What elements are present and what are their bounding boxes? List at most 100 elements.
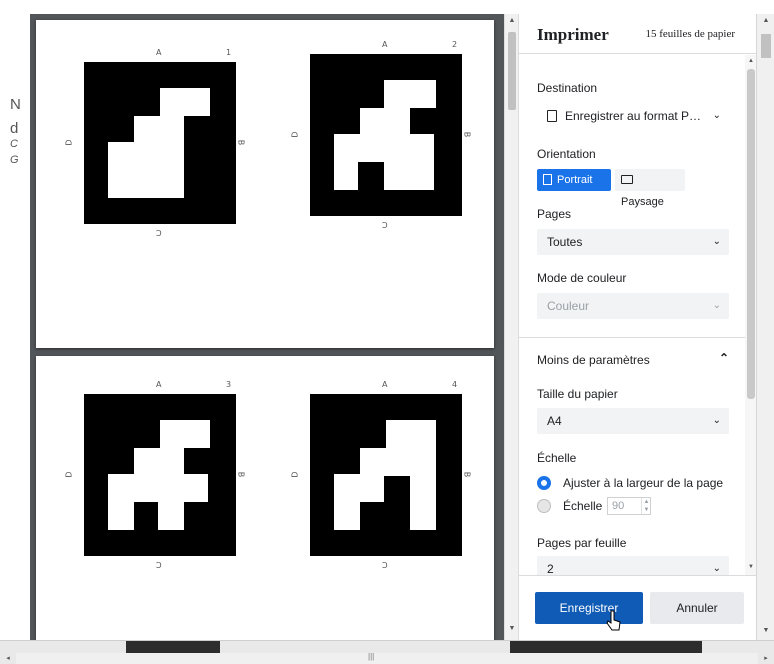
scrollbar-track[interactable] (16, 653, 758, 664)
marker-id: 4 (452, 380, 458, 389)
chevron-down-icon: ⌄ (712, 415, 721, 426)
color-mode-select: Couleur ⌄ (537, 293, 729, 319)
marker-cell (360, 108, 410, 136)
marker-label-top: A (382, 380, 388, 389)
chevron-up-icon[interactable]: ⌃ (719, 351, 729, 365)
cancel-button[interactable]: Annuler (650, 592, 744, 624)
landscape-page-icon (621, 175, 633, 184)
marker-label-top: A (156, 380, 162, 389)
marker-pattern (84, 394, 236, 556)
scroll-left-icon[interactable]: ◂ (0, 653, 16, 664)
document-icon (547, 110, 557, 122)
save-button[interactable]: Enregistrer (535, 592, 643, 624)
preview-page: A 3 D B C A 4 D B C (36, 356, 494, 640)
marker-label-bottom: C (382, 220, 388, 229)
marker-pattern (310, 54, 462, 216)
pages-label: Pages (537, 207, 572, 221)
marker-cell (360, 502, 384, 530)
window-scrollbar[interactable]: ▲ ▼ (756, 14, 774, 640)
window-top-strip (0, 0, 774, 14)
marker-label-left: D (64, 471, 74, 478)
scrollbar-thumb[interactable] (747, 69, 755, 399)
marker-label-bottom: C (382, 560, 388, 569)
background-text-fragment: C (10, 138, 18, 150)
destination-value: Enregistrer au format P… (565, 109, 702, 123)
pages-select[interactable]: Toutes ⌄ (537, 229, 729, 255)
aruco-marker: A 4 D B C (266, 366, 472, 569)
scale-custom-radio[interactable] (537, 499, 551, 513)
scroll-down-icon[interactable]: ▼ (505, 622, 519, 636)
scrollbar-thumb[interactable] (761, 34, 771, 58)
chevron-down-icon: ⌄ (712, 110, 721, 121)
print-preview[interactable]: A 1 D B C A 2 D B C A 3 D B C A 4 D B C (30, 14, 504, 640)
background-text-fragment: d (10, 120, 19, 137)
marker-cell (384, 80, 436, 108)
scrollbar-grip-icon: ||| (368, 652, 375, 661)
orientation-label: Orientation (537, 147, 596, 161)
marker-label-top: A (382, 40, 388, 49)
orientation-toggle: Portrait Paysage (537, 169, 697, 208)
scroll-up-icon[interactable]: ▲ (757, 14, 774, 28)
marker-cell (160, 420, 210, 448)
landscape-label: Paysage (621, 196, 664, 208)
marker-cell (134, 502, 158, 530)
marker-cell (184, 474, 208, 502)
chevron-down-icon: ⌄ (712, 300, 721, 311)
scroll-down-icon[interactable]: ▼ (757, 624, 774, 638)
marker-cell (108, 142, 184, 198)
scrollbar-thumb[interactable] (508, 32, 516, 110)
horizontal-scrollbar[interactable]: ||| ◂ ▸ (0, 640, 774, 664)
marker-label-left: D (290, 471, 300, 478)
marker-cell (334, 134, 434, 162)
marker-label-bottom: C (156, 560, 162, 569)
settings-panel: Destination Enregistrer au format P… ⌄ O… (519, 55, 745, 575)
page-edge (126, 641, 220, 653)
scale-custom-row: Échelle 90 ▲ ▼ (563, 497, 713, 517)
scale-stepper[interactable]: ▲ ▼ (641, 498, 651, 514)
scale-fit-width-label: Ajuster à la largeur de la page (563, 476, 724, 490)
chevron-down-icon: ⌄ (712, 563, 721, 574)
paper-size-select[interactable]: A4 ⌄ (537, 408, 729, 434)
marker-cell (134, 116, 184, 144)
background-text-fragment: N (10, 96, 21, 113)
portrait-button[interactable]: Portrait (537, 169, 611, 191)
pages-per-sheet-label: Pages par feuille (537, 536, 627, 550)
preview-scrollbar[interactable]: ▲ ▼ (504, 14, 518, 640)
marker-id: 1 (226, 48, 232, 57)
scale-fit-width-radio[interactable] (537, 476, 551, 490)
aruco-marker: A 3 D B C (40, 366, 246, 569)
scroll-up-icon[interactable]: ▲ (505, 14, 519, 28)
color-mode-value: Couleur (547, 299, 590, 313)
pages-value: Toutes (547, 235, 583, 249)
portrait-label: Portrait (557, 174, 593, 186)
destination-label: Destination (537, 81, 598, 95)
scale-label: Échelle (537, 451, 577, 465)
marker-cell (384, 162, 434, 190)
aruco-marker: A 2 D B C (266, 26, 472, 229)
marker-cell (334, 162, 358, 190)
toggle-settings-label: Moins de paramètres (537, 353, 650, 367)
marker-cell (134, 448, 184, 476)
marker-label-left: D (64, 139, 74, 146)
pointer-cursor-icon (606, 610, 621, 631)
sheet-count: 15 feuilles de papier (645, 28, 736, 40)
scroll-right-icon[interactable]: ▸ (758, 653, 774, 664)
marker-label-right: B (236, 471, 246, 478)
pages-per-sheet-select[interactable]: 2 ⌄ (537, 556, 729, 575)
divider (519, 337, 745, 338)
paper-size-label: Taille du papier (537, 387, 618, 401)
marker-id: 2 (452, 40, 458, 49)
marker-cell (160, 88, 210, 116)
paper-size-value: A4 (547, 414, 562, 428)
destination-select[interactable]: Enregistrer au format P… ⌄ (537, 103, 729, 129)
marker-label-right: B (462, 131, 472, 138)
marker-cell (360, 448, 436, 476)
marker-label-bottom: C (156, 228, 162, 237)
portrait-page-icon (543, 174, 552, 185)
print-dialog: Imprimer 15 feuilles de papier Destinati… (518, 14, 757, 640)
pages-per-sheet-value: 2 (547, 562, 554, 575)
landscape-button[interactable]: Paysage (615, 169, 685, 208)
marker-pattern (310, 394, 462, 556)
scale-custom-label: Échelle (563, 499, 603, 513)
more-settings-toggle[interactable]: Moins de paramètres ⌃ (519, 351, 745, 373)
